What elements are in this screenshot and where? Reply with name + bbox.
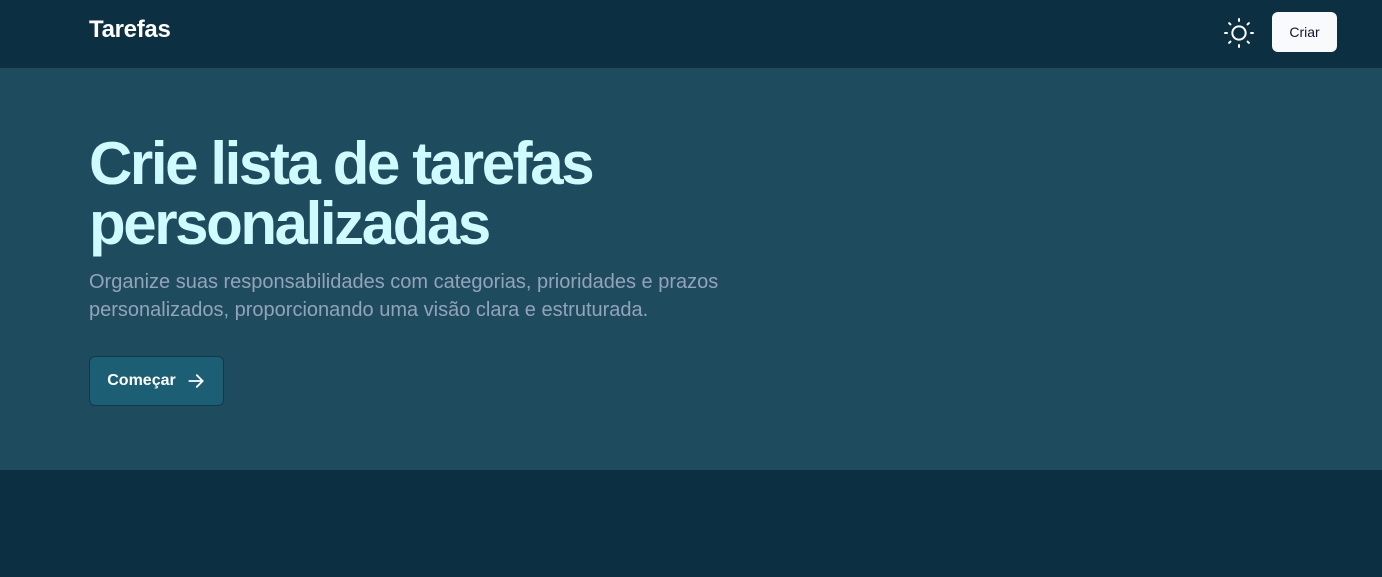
brand-title[interactable]: Tarefas: [89, 16, 171, 44]
hero-title: Crie lista de tarefas personalizadas: [89, 134, 849, 254]
theme-toggle-button[interactable]: [1222, 16, 1256, 50]
hero-title-line-2: personalizadas: [89, 190, 491, 257]
bottom-background: [0, 470, 1382, 577]
start-button-label: Começar: [107, 372, 176, 389]
hero-section: Crie lista de tarefas personalizadas Org…: [0, 68, 1382, 470]
create-button[interactable]: Criar: [1272, 12, 1337, 52]
start-button[interactable]: Começar: [89, 356, 224, 406]
arrow-right-icon: [188, 374, 204, 388]
navbar: Tarefas Criar: [0, 0, 1382, 68]
hero-subtitle: Organize suas responsabilidades com cate…: [89, 268, 789, 324]
hero-subtitle-line-2: personalizados, proporcionando uma visão…: [89, 299, 649, 321]
sun-icon: [1224, 18, 1254, 48]
hero-title-line-1: Crie lista de tarefas: [89, 130, 595, 197]
hero-subtitle-line-1: Organize suas responsabilidades com cate…: [89, 271, 719, 293]
